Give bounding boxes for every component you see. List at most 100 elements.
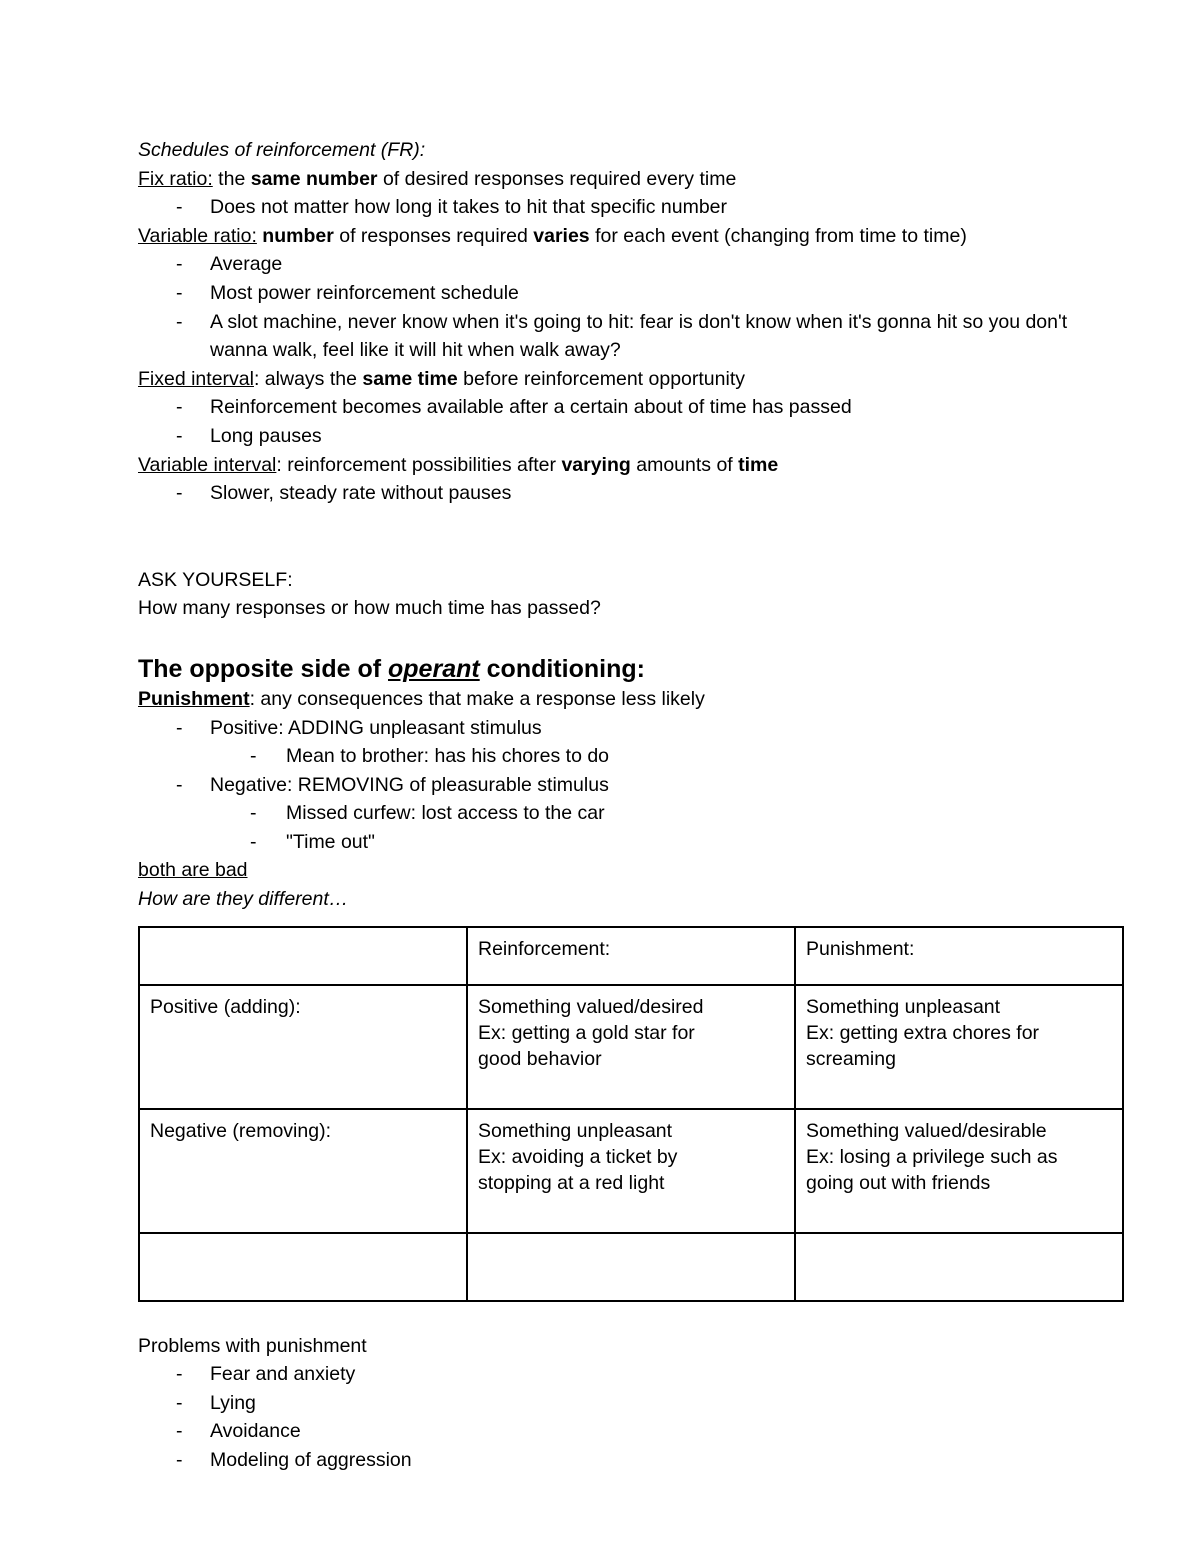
table-cell-punishment: Something valued/desirable Ex: losing a … bbox=[794, 1107, 1124, 1234]
cell-text-line: screaming bbox=[806, 1047, 896, 1070]
list-item: - Slower, steady rate without pauses bbox=[138, 479, 1068, 508]
bullet-dash-icon: - bbox=[176, 716, 183, 739]
table-header-blank bbox=[138, 925, 468, 986]
list-item: - Does not matter how long it takes to h… bbox=[138, 193, 1068, 222]
punishment-label: Punishment bbox=[138, 687, 250, 710]
variable-interval-emphasis-2: time bbox=[738, 453, 779, 476]
list-item: - Reinforcement becomes available after … bbox=[138, 393, 1068, 422]
variable-ratio-rest-2: of responses required bbox=[333, 224, 534, 247]
table-row-label: Positive (adding): bbox=[138, 983, 468, 1110]
bullet-dash-icon: - bbox=[176, 1363, 183, 1386]
heading-emphasis: operant bbox=[388, 654, 480, 683]
list-item-label: Most power reinforcement schedule bbox=[210, 281, 519, 304]
ask-yourself-question: How many responses or how much time has … bbox=[138, 597, 601, 620]
table-row-label: Negative (removing): bbox=[138, 1107, 468, 1234]
list-item-label: "Time out" bbox=[286, 830, 375, 853]
cell-text-line: Ex: getting a gold star for bbox=[478, 1021, 695, 1044]
list-item-label: Modeling of aggression bbox=[210, 1449, 412, 1472]
fixed-interval-rest-2: before reinforcement opportunity bbox=[457, 367, 745, 390]
fix-ratio-label: Fix ratio: bbox=[138, 167, 213, 190]
list-item-label: Average bbox=[210, 253, 283, 276]
bullet-dash-icon: - bbox=[176, 482, 183, 505]
table-cell-reinforcement bbox=[466, 1231, 796, 1302]
list-item: - Fear and anxiety bbox=[138, 1360, 1068, 1389]
list-item: - A slot machine, never know when it's g… bbox=[138, 308, 1068, 365]
fix-ratio-emphasis: same number bbox=[250, 167, 378, 190]
list-item: - Positive: ADDING unpleasant stimulus bbox=[138, 714, 1068, 743]
fixed-interval-line: Fixed interval: always the same time bef… bbox=[138, 365, 1068, 394]
punishment-definition-line: Punishment: any consequences that make a… bbox=[138, 685, 1068, 714]
list-item-label: A slot machine, never know when it's goi… bbox=[210, 310, 1068, 362]
document-page: Schedules of reinforcement (FR): Fix rat… bbox=[0, 0, 1200, 1553]
both-are-bad-note: both are bad bbox=[138, 856, 1068, 885]
variable-ratio-emphasis-2: varies bbox=[533, 224, 590, 247]
punishment-definition: : any consequences that make a response … bbox=[249, 687, 705, 710]
ask-yourself-label: ASK YOURSELF: bbox=[138, 568, 293, 591]
fix-ratio-rest-1: the bbox=[212, 167, 251, 190]
bullet-dash-icon: - bbox=[176, 281, 183, 304]
list-item: - Average bbox=[138, 250, 1068, 279]
list-item-label: Avoidance bbox=[210, 1420, 301, 1443]
variable-ratio-emphasis-1: number bbox=[262, 224, 334, 247]
table-header-punishment: Punishment: bbox=[794, 925, 1124, 986]
bullet-dash-icon: - bbox=[176, 196, 183, 219]
table-row-label bbox=[138, 1231, 468, 1302]
cell-text-line: Ex: getting extra chores for bbox=[806, 1021, 1040, 1044]
document-body: Schedules of reinforcement (FR): Fix rat… bbox=[138, 136, 1124, 1475]
bullet-dash-icon: - bbox=[176, 424, 183, 447]
fixed-interval-label: Fixed interval bbox=[138, 367, 254, 390]
comparison-table: Reinforcement: Punishment: Positive (add… bbox=[138, 925, 1124, 1302]
variable-interval-label: Variable interval bbox=[138, 453, 277, 476]
table-row: Negative (removing): Something unpleasan… bbox=[138, 1107, 1124, 1234]
list-item-label: Does not matter how long it takes to hit… bbox=[210, 196, 728, 219]
table-row bbox=[138, 1231, 1124, 1302]
list-item: - Modeling of aggression bbox=[138, 1446, 1068, 1475]
table-cell-punishment bbox=[794, 1231, 1124, 1302]
list-item-label: Missed curfew: lost access to the car bbox=[286, 802, 605, 825]
bullet-dash-icon: - bbox=[250, 745, 257, 768]
fix-ratio-line: Fix ratio: the same number of desired re… bbox=[138, 165, 1068, 194]
fixed-interval-rest-1: : always the bbox=[253, 367, 363, 390]
table-row: Reinforcement: Punishment: bbox=[138, 925, 1124, 986]
list-item: - "Time out" bbox=[138, 828, 1068, 857]
list-item-label: Fear and anxiety bbox=[210, 1363, 356, 1386]
page-title: The opposite side of operant conditionin… bbox=[138, 653, 1068, 685]
variable-interval-rest-1: : reinforcement possibilities after bbox=[276, 453, 562, 476]
list-item-label: Slower, steady rate without pauses bbox=[210, 482, 512, 505]
list-item: - Long pauses bbox=[138, 422, 1068, 451]
bullet-dash-icon: - bbox=[250, 830, 257, 853]
list-item: - Most power reinforcement schedule bbox=[138, 279, 1068, 308]
schedules-title: Schedules of reinforcement (FR): bbox=[138, 139, 426, 161]
cell-text-line: Something valued/desirable bbox=[806, 1119, 1047, 1142]
variable-interval-rest-2: amounts of bbox=[630, 453, 739, 476]
bullet-dash-icon: - bbox=[250, 802, 257, 825]
cell-text-line: stopping at a red light bbox=[478, 1171, 665, 1194]
cell-text-line: Something valued/desired bbox=[478, 995, 704, 1018]
table-cell-reinforcement: Something valued/desired Ex: getting a g… bbox=[466, 983, 796, 1110]
list-item-label: Long pauses bbox=[210, 424, 322, 447]
heading-part-2: conditioning: bbox=[479, 654, 645, 683]
fix-ratio-rest-2: of desired responses required every time bbox=[377, 167, 737, 190]
how-different-note: How are they different… bbox=[138, 888, 349, 911]
cell-text-line: Ex: losing a privilege such as bbox=[806, 1145, 1058, 1168]
list-item: - Avoidance bbox=[138, 1417, 1068, 1446]
bullet-dash-icon: - bbox=[176, 310, 183, 333]
table-row: Positive (adding): Something valued/desi… bbox=[138, 983, 1124, 1110]
cell-text-line: going out with friends bbox=[806, 1171, 991, 1194]
list-item-label: Lying bbox=[210, 1391, 256, 1414]
list-item-label: Positive: ADDING unpleasant stimulus bbox=[210, 716, 542, 739]
table-cell-reinforcement: Something unpleasant Ex: avoiding a tick… bbox=[466, 1107, 796, 1234]
variable-interval-emphasis-1: varying bbox=[561, 453, 631, 476]
table-cell-punishment: Something unpleasant Ex: getting extra c… bbox=[794, 983, 1124, 1110]
list-item: - Negative: REMOVING of pleasurable stim… bbox=[138, 771, 1068, 800]
bullet-dash-icon: - bbox=[176, 396, 183, 419]
bullet-dash-icon: - bbox=[176, 1449, 183, 1472]
cell-text-line: Something unpleasant bbox=[478, 1119, 673, 1142]
list-item-label: Mean to brother: has his chores to do bbox=[286, 745, 610, 768]
both-are-bad-text: both are bad bbox=[138, 859, 248, 882]
cell-text-line: Ex: avoiding a ticket by bbox=[478, 1145, 678, 1168]
table-header-reinforcement: Reinforcement: bbox=[466, 925, 796, 986]
cell-text-line: Something unpleasant bbox=[806, 995, 1001, 1018]
